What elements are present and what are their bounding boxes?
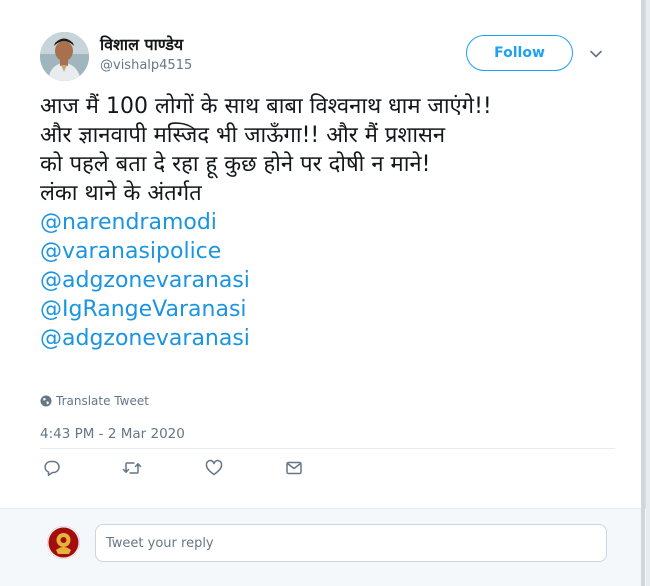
- follow-button[interactable]: Follow: [466, 35, 573, 71]
- scrollbar[interactable]: [641, 0, 645, 586]
- mention-link[interactable]: @adgzonevaranasi: [40, 266, 620, 295]
- tweet-line: लंका थाने के अंतर्गत: [40, 181, 202, 206]
- reply-icon[interactable]: [40, 456, 64, 480]
- translate-label: Translate Tweet: [56, 394, 149, 408]
- tweet-text: आज मैं 100 लोगों के साथ बाबा विश्वनाथ धा…: [40, 92, 620, 353]
- tweet-card: विशाल पाण्डेय @vishalp4515 Follow आज मैं…: [0, 0, 646, 586]
- user-names: विशाल पाण्डेय @vishalp4515: [100, 34, 192, 75]
- mention-link[interactable]: @adgzonevaranasi: [40, 324, 620, 353]
- translate-tweet-link[interactable]: Translate Tweet: [40, 394, 149, 408]
- mention-link[interactable]: @varanasipolice: [40, 237, 620, 266]
- tweet-line: और ज्ञानवापी मस्जिद भी जाऊँगा!! और मैं प…: [40, 123, 446, 148]
- retweet-icon[interactable]: [120, 456, 144, 480]
- current-user-avatar: [47, 526, 80, 559]
- user-handle[interactable]: @vishalp4515: [100, 57, 192, 75]
- reply-input[interactable]: [95, 524, 607, 562]
- tweet-timestamp[interactable]: 4:43 PM - 2 Mar 2020: [40, 426, 185, 442]
- tweet-actions: [40, 456, 340, 480]
- user-avatar[interactable]: [40, 32, 89, 81]
- reply-bar: [0, 508, 646, 586]
- tweet-header: विशाल पाण्डेय @vishalp4515 Follow: [40, 32, 615, 82]
- divider: [40, 448, 615, 449]
- chevron-down-icon[interactable]: [589, 46, 603, 60]
- mention-link[interactable]: @narendramodi: [40, 208, 620, 237]
- globe-icon: [40, 395, 52, 407]
- display-name[interactable]: विशाल पाण्डेय: [100, 34, 192, 56]
- tweet-line: आज मैं 100 लोगों के साथ बाबा विश्वनाथ धा…: [40, 94, 492, 119]
- message-icon[interactable]: [282, 456, 306, 480]
- mention-link[interactable]: @IgRangeVaranasi: [40, 295, 620, 324]
- tweet-line: को पहले बता दे रहा हू कुछ होने पर दोषी न…: [40, 152, 431, 177]
- like-icon[interactable]: [202, 456, 226, 480]
